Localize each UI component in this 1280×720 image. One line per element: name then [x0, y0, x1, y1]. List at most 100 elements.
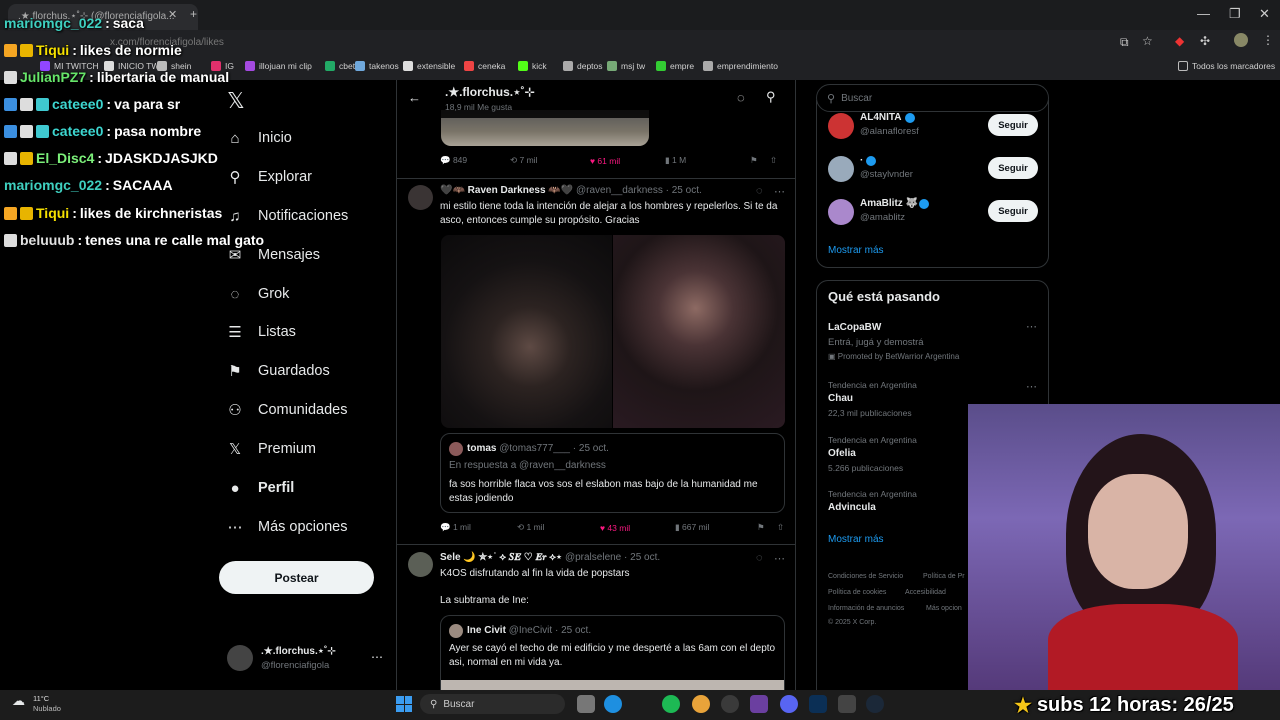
extension-icon[interactable]: ◆	[1175, 34, 1184, 48]
like-button[interactable]: ♥ 61 mil	[590, 156, 665, 166]
sidebar-item-9[interactable]: ● Perfil	[226, 475, 294, 501]
bookmark-12[interactable]: empre	[656, 58, 694, 74]
author-name[interactable]: Sele 🌙 ✮⋆˙ ⟡ 𝑺𝑬 ♡ 𝑬𝒓 ⟡⋆	[440, 552, 562, 563]
sidebar-item-0[interactable]: ⌂ Inicio	[226, 125, 291, 151]
follow-avatar[interactable]	[828, 113, 854, 139]
sidebar-item-2[interactable]: ♫ Notificaciones	[226, 203, 348, 229]
discord-icon[interactable]	[780, 695, 798, 713]
grok-icon[interactable]: ◌	[737, 90, 745, 105]
quote-image[interactable]	[441, 680, 784, 690]
grok-post-icon[interactable]: ◌	[756, 552, 763, 564]
search-icon[interactable]: ⚲	[766, 89, 776, 105]
show-more-link[interactable]: Mostrar más	[828, 245, 884, 256]
views-button[interactable]: ▮ 667 mil	[675, 522, 757, 533]
sidebar-item-6[interactable]: ⚑ Guardados	[226, 358, 329, 384]
share-icon[interactable]: ⇧	[770, 155, 777, 166]
close-tab-icon[interactable]: ✕	[168, 8, 177, 21]
sidebar-item-10[interactable]: ⋯ Más opciones	[226, 514, 348, 540]
close-window-icon[interactable]: ✕	[1259, 6, 1270, 22]
browser-menu-icon[interactable]: ⋮	[1262, 33, 1274, 47]
trend-name[interactable]: Chau	[828, 393, 853, 404]
bookmark-8[interactable]: ceneka	[464, 58, 505, 74]
cast-icon[interactable]: ⧉	[1120, 35, 1129, 50]
sidebar-item-7[interactable]: ⚇ Comunidades	[226, 397, 347, 423]
x-logo-icon[interactable]: 𝕏	[227, 88, 245, 114]
back-arrow-icon[interactable]: ←	[408, 90, 421, 105]
show-more-link[interactable]: Mostrar más	[828, 534, 884, 545]
bookmark-icon[interactable]: ⚑	[750, 155, 770, 166]
maximize-icon[interactable]: ❐	[1229, 6, 1241, 22]
weather-temp[interactable]: 11°C	[33, 694, 49, 703]
post-more-icon[interactable]: ⋯	[774, 185, 785, 198]
bookmark-13[interactable]: emprendimiento	[703, 58, 778, 74]
bookmark-6[interactable]: takenos	[355, 58, 399, 74]
account-name[interactable]: .★.florchus.⋆˚⊹	[261, 646, 336, 657]
repost-button[interactable]: ⟲ 7 mil	[510, 155, 590, 166]
author-handle[interactable]: @pralselene	[565, 552, 621, 563]
new-tab-icon[interactable]: +	[190, 7, 197, 21]
sidebar-item-1[interactable]: ⚲ Explorar	[226, 164, 313, 190]
footer-link[interactable]: Más opcion	[926, 605, 962, 612]
post-image-right[interactable]	[613, 235, 785, 428]
account-more-icon[interactable]: ⋯	[371, 650, 383, 664]
sidebar-item-8[interactable]: 𝕏 Premium	[226, 436, 316, 462]
follow-name[interactable]: AmaBlitz 🐺	[860, 198, 918, 209]
bookmark-7[interactable]: extensible	[403, 58, 455, 74]
post-date[interactable]: · 25 oct.	[624, 552, 660, 563]
views-button[interactable]: ▮ 1 M	[665, 155, 750, 166]
weather-icon[interactable]: ☁	[12, 693, 25, 709]
footer-link[interactable]: Información de anuncios	[828, 605, 904, 612]
trend-name[interactable]: Ofelia	[828, 448, 856, 459]
author-avatar[interactable]	[408, 185, 433, 210]
bookmark-11[interactable]: msj tw	[607, 58, 645, 74]
bookmark-4[interactable]: illojuan mi clip	[245, 58, 312, 74]
follow-avatar[interactable]	[828, 199, 854, 225]
reply-button[interactable]: 💬 1 mil	[440, 522, 517, 533]
author-name[interactable]: 🖤🦇 Raven Darkness 🦇🖤	[440, 185, 573, 196]
like-button[interactable]: ♥ 43 mil	[600, 523, 675, 533]
account-avatar[interactable]	[227, 645, 253, 671]
post-image-left[interactable]	[441, 235, 612, 428]
profile-avatar[interactable]	[1234, 33, 1248, 47]
footer-link[interactable]: Política de Pr	[923, 573, 965, 580]
author-avatar[interactable]	[408, 552, 433, 577]
trend-more-icon[interactable]: ⋯	[1026, 320, 1037, 333]
follow-name[interactable]: ·	[860, 155, 863, 166]
edge-icon[interactable]	[604, 695, 622, 713]
author-handle[interactable]: @raven__darkness	[576, 185, 663, 196]
star-bookmark-icon[interactable]: ☆	[1142, 34, 1153, 48]
share-icon[interactable]: ⇧	[777, 522, 784, 533]
task-view-icon[interactable]	[577, 695, 595, 713]
sidebar-item-4[interactable]: ◌ Grok	[226, 281, 290, 307]
footer-link[interactable]: Política de cookies	[828, 589, 886, 596]
minimize-icon[interactable]: —	[1197, 6, 1210, 21]
follow-name[interactable]: AL4NITA	[860, 112, 901, 123]
post-button[interactable]: Postear	[219, 561, 374, 594]
post-more-icon[interactable]: ⋯	[774, 552, 785, 565]
follow-avatar[interactable]	[828, 156, 854, 182]
follow-button[interactable]: Seguir	[988, 200, 1038, 222]
spotify-icon[interactable]	[662, 695, 680, 713]
address-bar[interactable]: x.com/florenciafigola/likes	[100, 33, 1100, 53]
bookmark-5[interactable]: cbet	[325, 58, 355, 74]
repost-button[interactable]: ⟲ 1 mil	[517, 522, 600, 533]
bookmark-9[interactable]: kick	[518, 58, 547, 74]
app-icon[interactable]	[750, 695, 768, 713]
all-bookmarks[interactable]: Todos los marcadores	[1178, 58, 1275, 74]
promo-title[interactable]: LaCopaBW	[828, 322, 881, 333]
sidebar-item-5[interactable]: ☰ Listas	[226, 319, 296, 345]
bookmark-10[interactable]: deptos	[563, 58, 603, 74]
windows-start-icon[interactable]	[396, 696, 412, 712]
reply-button[interactable]: 💬 849	[440, 155, 510, 166]
extensions-puzzle-icon[interactable]: ✣	[1200, 34, 1210, 48]
post-date[interactable]: · 25 oct.	[666, 185, 702, 196]
taskbar-search[interactable]: ⚲ Buscar	[420, 694, 565, 714]
photoshop-icon[interactable]	[809, 695, 827, 713]
footer-link[interactable]: Condiciones de Servicio	[828, 573, 903, 580]
trend-more-icon[interactable]: ⋯	[1026, 380, 1037, 393]
grok-post-icon[interactable]: ◌	[756, 185, 763, 197]
app-icon-2[interactable]	[838, 695, 856, 713]
chrome-icon[interactable]	[692, 695, 710, 713]
trend-name[interactable]: Advincula	[828, 502, 876, 513]
obs-icon[interactable]	[721, 695, 739, 713]
